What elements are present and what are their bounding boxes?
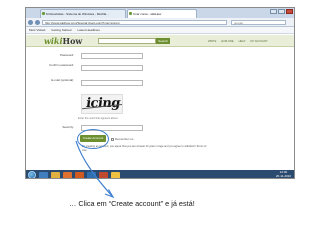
arrow-line [75, 140, 113, 197]
caption: … Clica em “Create account” e já está! [69, 199, 195, 208]
